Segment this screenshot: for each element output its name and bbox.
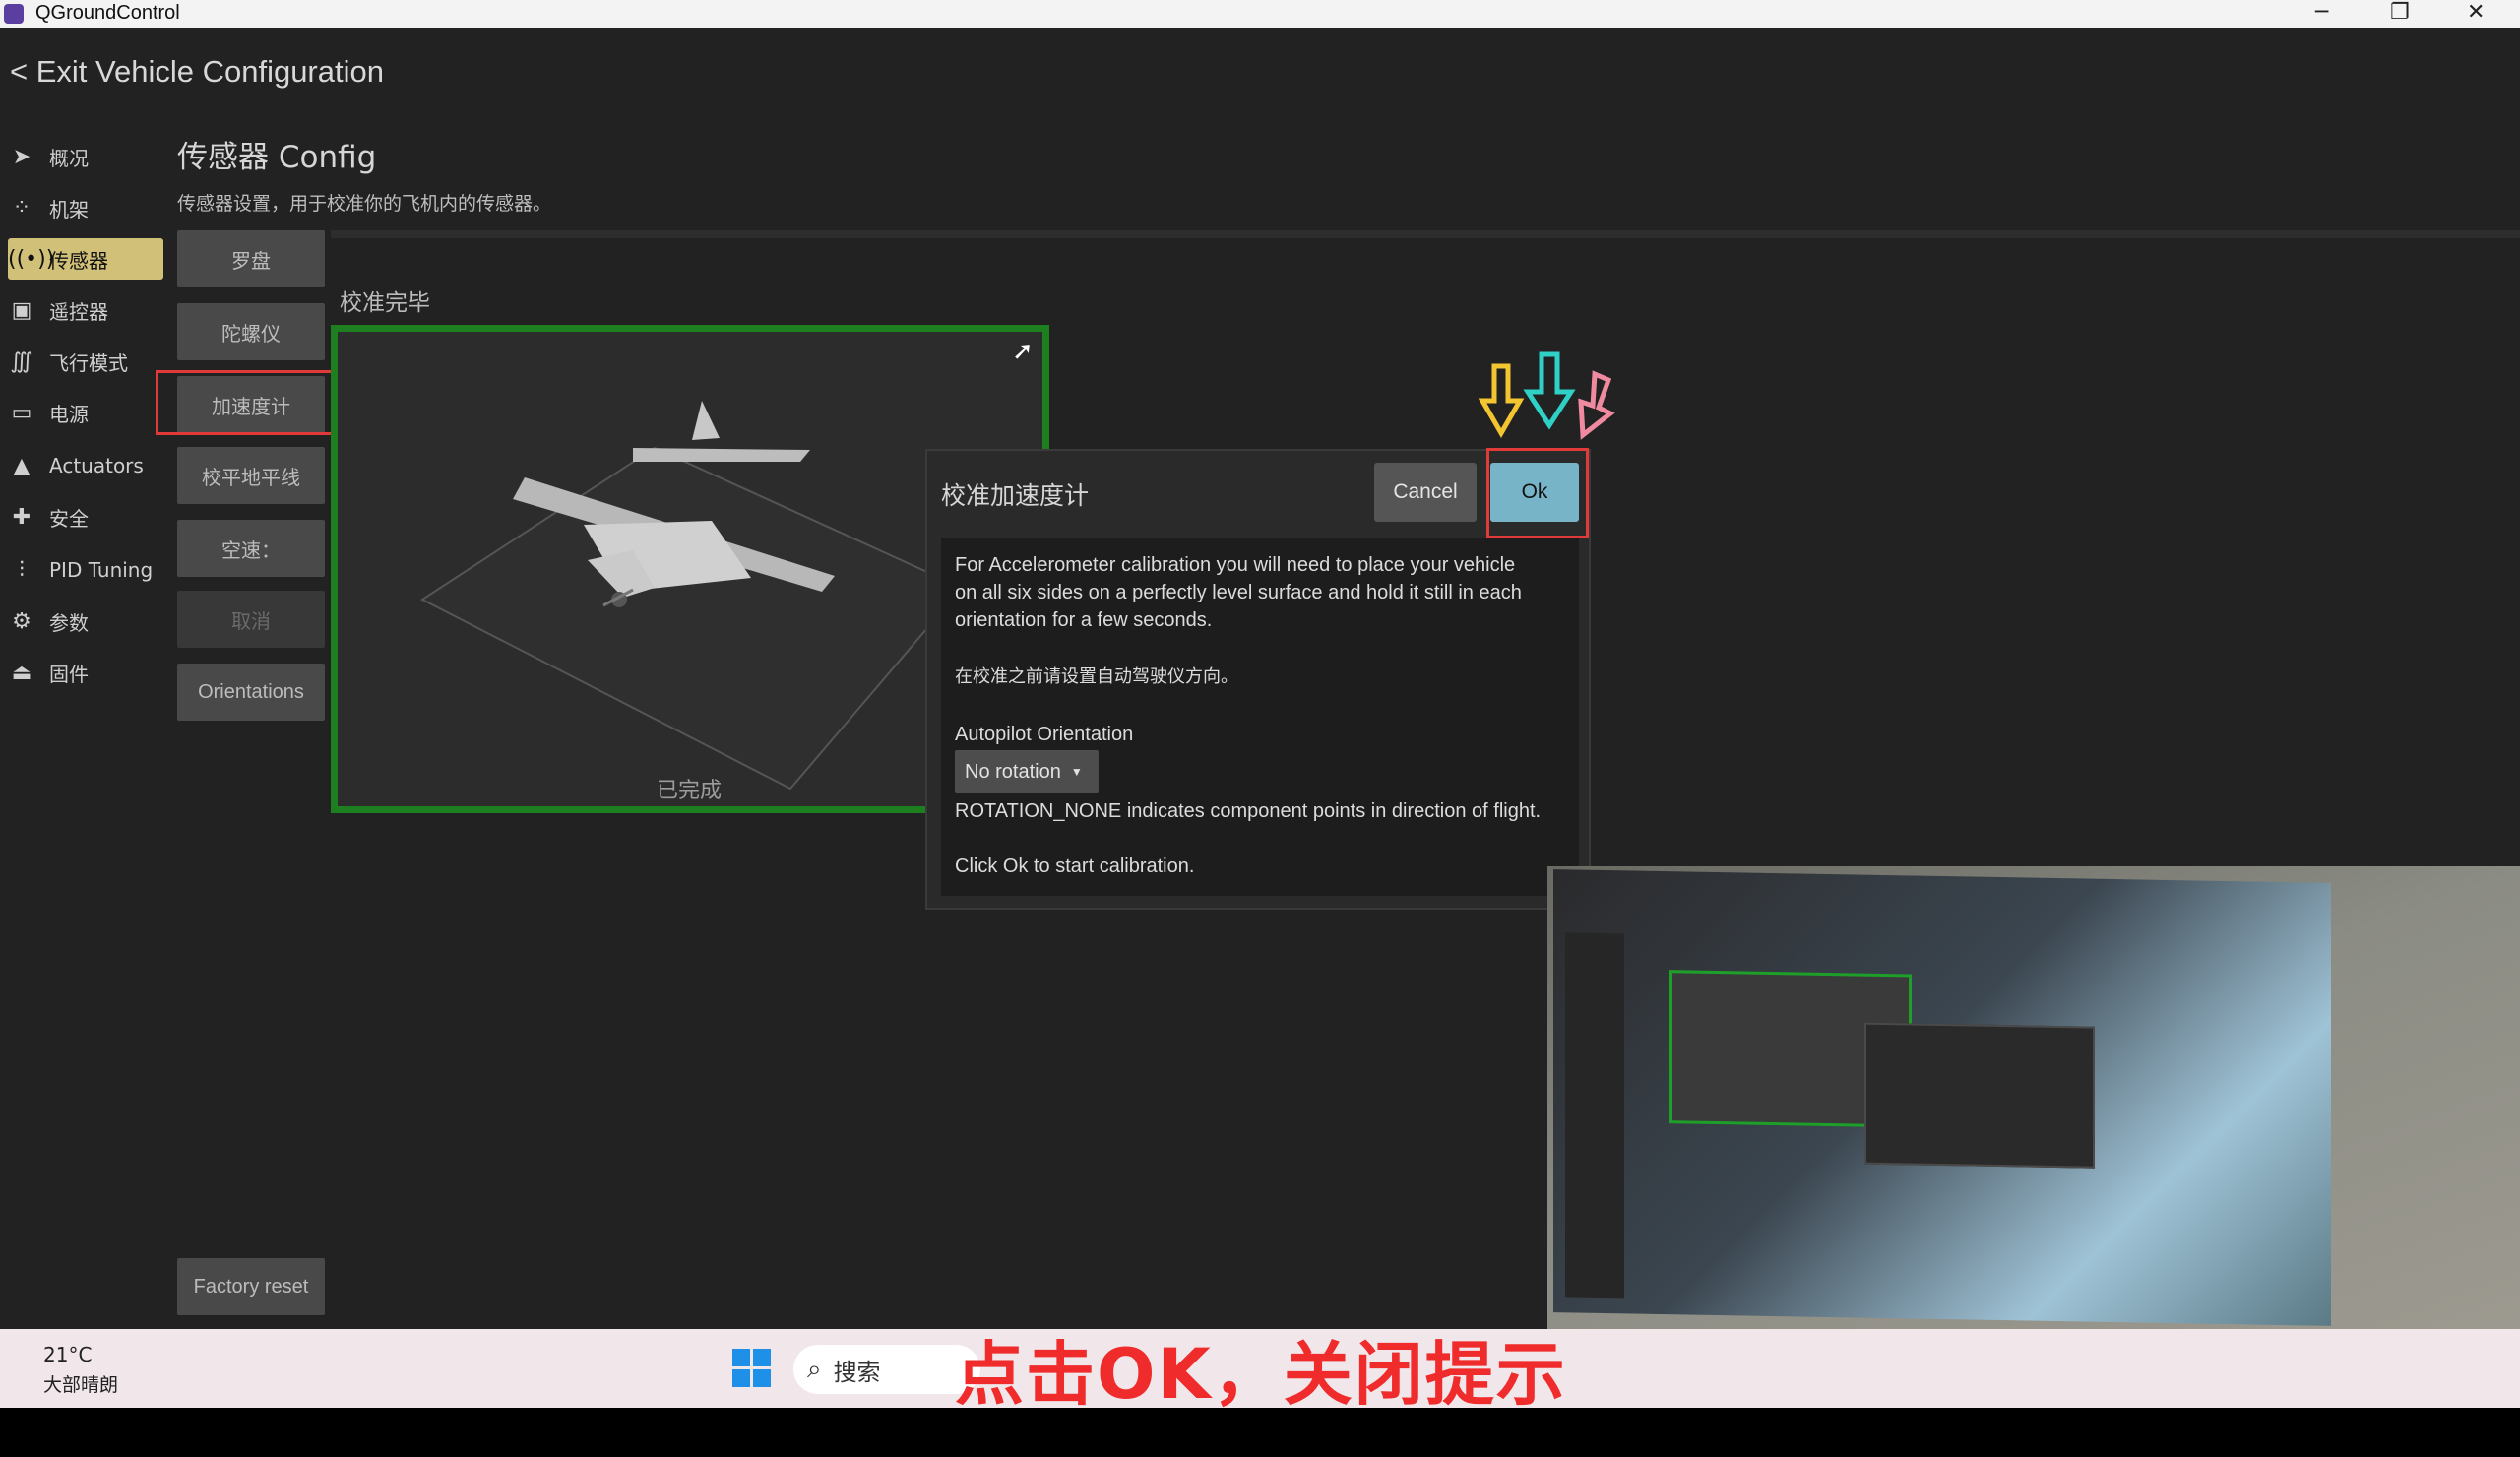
- sidebar-item-label: 参数: [49, 610, 89, 635]
- sidebar-item-label: 电源: [49, 402, 89, 426]
- orientations-button[interactable]: Orientations: [177, 664, 325, 721]
- click-ok-text: Click Ok to start calibration.: [955, 855, 1195, 877]
- sidebar-item-power[interactable]: ▭ 电源: [8, 392, 163, 433]
- radio-icon: ▣: [11, 297, 32, 323]
- sidebar-item-label: 飞行模式: [49, 350, 128, 375]
- wave-icon: ∭: [10, 348, 33, 374]
- taskbar-search[interactable]: ⌕ 搜索: [793, 1345, 980, 1394]
- title-bar: QGroundControl ─ ❐ ✕: [0, 0, 2520, 28]
- dialog-text-line3: orientation for a few seconds.: [955, 609, 1213, 631]
- firmware-icon: ⏏: [11, 660, 32, 685]
- dialog-text-line2: on all six sides on a perfectly level su…: [955, 582, 1522, 603]
- sidebar-item-actuators[interactable]: ▲ Actuators: [8, 445, 163, 486]
- laptop-screen-photo: [1553, 869, 2331, 1326]
- frame-icon: ⁘: [12, 195, 32, 221]
- mouse-cursor-icon: ➚: [1012, 337, 1034, 366]
- search-icon: ⌕: [807, 1354, 822, 1384]
- calibration-status-label: 校准完毕: [340, 290, 430, 316]
- battery-icon: ▭: [11, 400, 32, 425]
- airspeed-button[interactable]: 空速：: [177, 520, 325, 577]
- level-horizon-button[interactable]: 校平地平线: [177, 447, 325, 504]
- down-arrow-yellow-icon: [1478, 363, 1525, 439]
- dialog-title: 校准加速度计: [941, 481, 1090, 510]
- first-aid-icon: ✚: [12, 504, 32, 530]
- exit-vehicle-config-button[interactable]: < Exit Vehicle Configuration: [10, 54, 384, 90]
- sensor-icon: ((•)): [8, 246, 55, 272]
- sliders-icon: ⫶: [19, 557, 25, 583]
- sidebar-item-label: 概况: [49, 146, 89, 170]
- window-title: QGroundControl: [35, 2, 180, 24]
- page-description: 传感器设置，用于校准你的飞机内的传感器。: [177, 193, 552, 215]
- arrows-annotation: [1478, 351, 1615, 440]
- restore-icon[interactable]: ❐: [2390, 0, 2410, 25]
- sidebar-item-parameters[interactable]: ⚙ 参数: [8, 601, 163, 642]
- instruction-caption: 点击OK，关闭提示: [955, 1334, 1567, 1415]
- sidebar-item-label: 机架: [49, 197, 89, 222]
- sidebar-item-label: 传感器: [49, 248, 108, 273]
- minimize-icon[interactable]: ─: [2315, 0, 2328, 25]
- sidebar-item-label: PID Tuning: [49, 558, 154, 582]
- orientation-dropdown[interactable]: No rotation ▼: [955, 750, 1099, 793]
- dialog-text-line1: For Accelerometer calibration you will n…: [955, 554, 1516, 576]
- orientation-label: Autopilot Orientation: [955, 724, 1134, 745]
- paper-plane-icon: ➤: [12, 144, 32, 169]
- sidebar-item-firmware[interactable]: ⏏ 固件: [8, 652, 163, 693]
- sidebar-item-label: 固件: [49, 662, 89, 686]
- sidebar-item-flight-modes[interactable]: ∭ 飞行模式: [8, 341, 163, 382]
- weather-temp: 21°C: [43, 1343, 93, 1366]
- down-arrow-pink-icon: [1578, 370, 1615, 440]
- sidebar-item-radio[interactable]: ▣ 遥控器: [8, 289, 163, 331]
- dialog-cancel-button[interactable]: Cancel: [1374, 463, 1477, 522]
- orientation-value: No rotation: [965, 760, 1061, 783]
- sidebar-item-summary[interactable]: ➤ 概况: [8, 136, 163, 177]
- dialog-note: 在校准之前请设置自动驾驶仪方向。: [955, 666, 1238, 687]
- accelerometer-highlight-box: [156, 370, 335, 435]
- calibration-done-label: 已完成: [656, 779, 722, 803]
- search-placeholder: 搜索: [833, 1358, 881, 1386]
- gears-icon: ⚙: [12, 608, 32, 634]
- cancel-calibration-button: 取消: [177, 591, 325, 648]
- page-title: 传感器 Config: [177, 140, 377, 175]
- sidebar-item-sensors[interactable]: ((•)) 传感器: [8, 238, 163, 280]
- sidebar-item-safety[interactable]: ✚ 安全: [8, 496, 163, 538]
- close-icon[interactable]: ✕: [2467, 0, 2485, 25]
- caret-down-icon: ▼: [1070, 765, 1083, 779]
- sidebar-item-label: 安全: [49, 506, 89, 531]
- sidebar-item-label: Actuators: [49, 454, 144, 477]
- ok-highlight-box: [1486, 448, 1589, 538]
- actuator-icon: ▲: [13, 453, 31, 478]
- gyroscope-button[interactable]: 陀螺仪: [177, 303, 325, 360]
- factory-reset-button[interactable]: Factory reset: [177, 1258, 325, 1315]
- app-logo-icon: [4, 4, 24, 24]
- compass-button[interactable]: 罗盘: [177, 230, 325, 287]
- sidebar-item-airframe[interactable]: ⁘ 机架: [8, 187, 163, 228]
- rotation-note: ROTATION_NONE indicates component points…: [955, 800, 1542, 822]
- windows-start-icon[interactable]: [732, 1349, 772, 1388]
- sidebar-item-pid-tuning[interactable]: ⫶ PID Tuning: [8, 549, 163, 591]
- weather-desc: 大部晴朗: [43, 1374, 119, 1396]
- divider: [331, 230, 2520, 238]
- down-arrow-cyan-icon: [1523, 351, 1576, 430]
- sidebar-item-label: 遥控器: [49, 299, 108, 324]
